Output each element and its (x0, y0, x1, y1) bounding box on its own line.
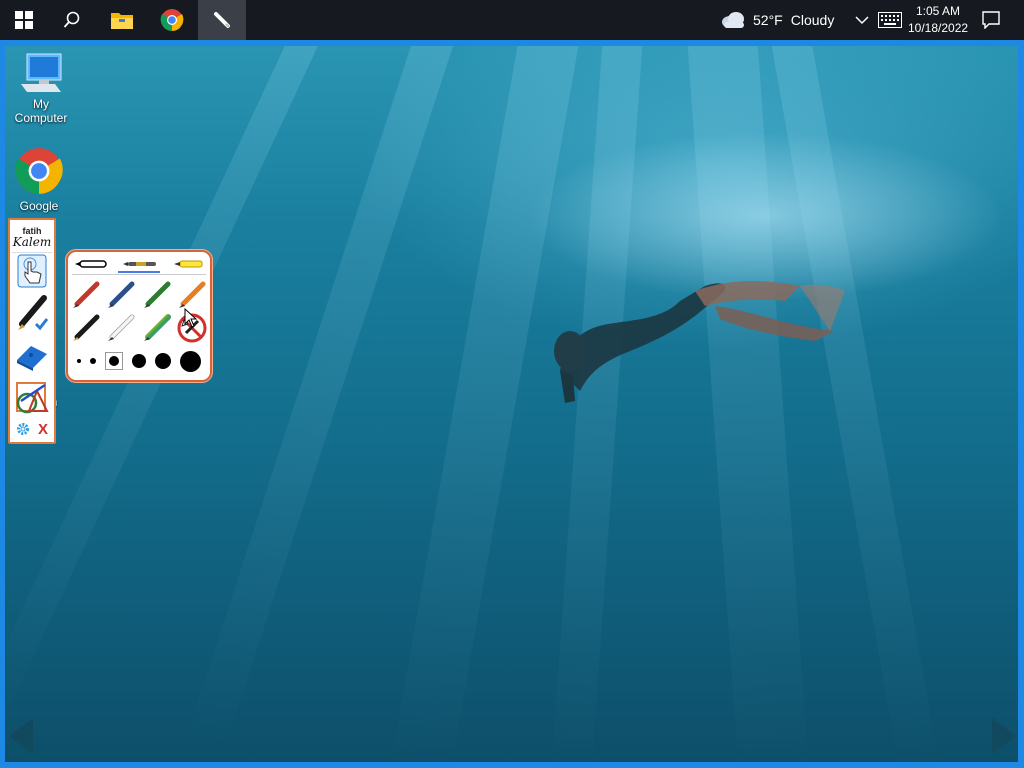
settings-gear-icon[interactable] (16, 422, 30, 436)
pen-orange-icon (179, 281, 206, 308)
hand-pointer-icon (17, 254, 47, 288)
pen-color-green[interactable] (140, 280, 174, 310)
kalem-pen-tool[interactable] (12, 292, 52, 336)
pen-color-row-1 (68, 280, 210, 310)
cloud-icon (722, 12, 744, 28)
kalem-shapes-tool[interactable] (12, 380, 52, 416)
pen-size-6[interactable] (180, 350, 201, 372)
pen-black-icon (72, 314, 100, 341)
computer-icon (21, 53, 62, 92)
next-page-arrow[interactable] (992, 718, 1016, 754)
taskbar: 52°F Cloudy 1:05 AM 10/18/2022 (0, 0, 1024, 40)
clock[interactable]: 1:05 AM 10/18/2022 (908, 3, 968, 37)
kalem-bottom-bar: X (12, 418, 52, 440)
chrome-icon (160, 9, 184, 31)
kalem-eraser-tool[interactable] (12, 338, 52, 376)
kalem-toolbar: fatih Kalem X (8, 218, 56, 444)
pen-color-blue[interactable] (104, 280, 138, 310)
chrome-taskbar-button[interactable] (148, 0, 196, 40)
kalem-taskbar-button[interactable] (198, 0, 246, 40)
desktop-icon-label: My Computer (14, 97, 68, 125)
pen-color-black[interactable] (69, 313, 103, 343)
kalem-close-button[interactable]: X (38, 421, 48, 438)
pen-color-white[interactable] (104, 313, 138, 343)
chevron-up-icon (855, 16, 869, 25)
selected-pen-type-indicator (118, 271, 160, 273)
action-center-button[interactable] (982, 0, 1000, 40)
pen-size-1[interactable] (77, 359, 81, 363)
pen-rainbow-icon (143, 314, 171, 341)
weather-condition: Cloudy (790, 12, 835, 28)
desktop-icon-label: Google Chrome (19, 199, 59, 214)
pen-color-orange[interactable] (175, 280, 209, 310)
pen-color-red[interactable] (69, 280, 103, 310)
touch-keyboard-button[interactable] (878, 0, 902, 40)
windows-icon (15, 11, 33, 29)
pen-size-3-selected[interactable] (105, 352, 123, 370)
marker-pen-type-icon[interactable] (74, 259, 110, 269)
search-button[interactable] (48, 0, 96, 40)
kalem-logo: fatih Kalem (12, 222, 52, 253)
pen-size-row (68, 348, 210, 374)
pen-icon (214, 12, 230, 28)
pen-green-icon (143, 281, 171, 308)
file-explorer-button[interactable] (98, 0, 146, 40)
pen-size-2[interactable] (90, 358, 96, 364)
mouse-cursor-icon (184, 308, 198, 328)
chrome-icon (15, 148, 63, 194)
eraser-icon (17, 346, 47, 371)
shapes-icon (16, 382, 49, 414)
pen-color-rainbow[interactable] (140, 313, 174, 343)
pen-icon (18, 295, 49, 331)
previous-page-arrow[interactable] (9, 718, 33, 754)
weather-temp: 52°F (753, 12, 783, 28)
diver-image (554, 281, 845, 403)
desktop-wallpaper: My Computer Google Chrome Bin (5, 46, 1018, 762)
clock-time: 1:05 AM (915, 4, 961, 18)
keyboard-icon (878, 12, 902, 28)
show-hidden-icons-button[interactable] (855, 0, 869, 40)
pen-type-row (68, 256, 210, 272)
highlighter-pen-type-icon[interactable] (172, 259, 204, 269)
ballpoint-pen-type-icon[interactable] (122, 259, 160, 269)
pen-red-icon (72, 281, 100, 308)
folder-icon (111, 13, 133, 29)
clock-date: 10/18/2022 (908, 21, 969, 35)
notification-icon (982, 11, 1000, 29)
pen-size-5[interactable] (155, 353, 171, 369)
pen-size-4[interactable] (132, 354, 146, 368)
pen-blue-icon (108, 281, 135, 308)
desktop-icon-google-chrome[interactable]: Google Chrome (5, 146, 75, 214)
start-button[interactable] (0, 0, 48, 40)
weather-widget[interactable]: 52°F Cloudy (720, 0, 834, 40)
kalem-pointer-tool[interactable] (12, 252, 52, 290)
pen-white-icon (108, 314, 135, 341)
search-icon (63, 11, 80, 28)
desktop-icon-my-computer[interactable]: My Computer (5, 52, 77, 125)
